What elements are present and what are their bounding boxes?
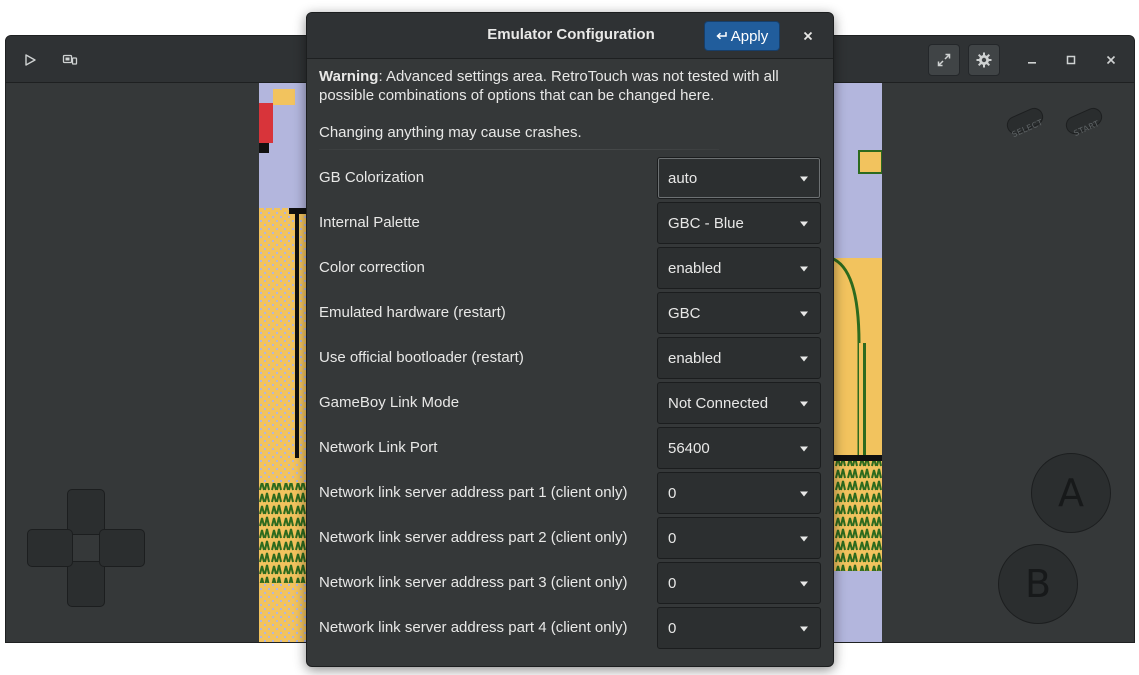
- dropdown-value: auto: [668, 170, 698, 187]
- close-icon: [1106, 55, 1116, 65]
- dropdown-value: 0: [668, 620, 677, 637]
- official-bootloader-dropdown[interactable]: enabled: [657, 337, 821, 379]
- dropdown-value: GBC: [668, 305, 701, 322]
- server-address-part-4-dropdown[interactable]: 0: [657, 607, 821, 649]
- dpad-up[interactable]: [67, 489, 105, 535]
- a-button[interactable]: A: [1031, 453, 1111, 533]
- dropdown-arrow-icon: [800, 356, 808, 362]
- close-window-button[interactable]: [1095, 44, 1127, 76]
- option-label: Network link server address part 2 (clie…: [319, 529, 628, 546]
- dialog-body: Warning: Advanced settings area. RetroTo…: [307, 60, 833, 666]
- dialog-header: Emulator Configuration Apply: [307, 13, 833, 59]
- warning-text: : Advanced settings area. RetroTouch was…: [319, 68, 779, 104]
- dpad[interactable]: [27, 489, 147, 609]
- server-address-part-2-dropdown[interactable]: 0: [657, 517, 821, 559]
- dropdown-value: 0: [668, 530, 677, 547]
- link-mode-dropdown[interactable]: Not Connected: [657, 382, 821, 424]
- warning-message: Warning: Advanced settings area. RetroTo…: [319, 67, 819, 105]
- maximize-button[interactable]: [1055, 44, 1087, 76]
- option-row: Network link server address part 2 (clie…: [307, 517, 833, 562]
- dpad-down[interactable]: [67, 561, 105, 607]
- option-row: Use official bootloader (restart) enable…: [307, 337, 833, 382]
- gamepad-layout-icon: [62, 54, 78, 65]
- controls-overlay-button[interactable]: [54, 44, 86, 76]
- fullscreen-icon: [937, 53, 951, 67]
- close-dialog-button[interactable]: [797, 25, 819, 47]
- settings-button[interactable]: [968, 44, 1000, 76]
- play-icon: [25, 54, 36, 66]
- option-row: Emulated hardware (restart) GBC: [307, 292, 833, 337]
- option-row: Network link server address part 4 (clie…: [307, 607, 833, 652]
- warning-label: Warning: [319, 68, 379, 85]
- network-link-port-dropdown[interactable]: 56400: [657, 427, 821, 469]
- maximize-icon: [1066, 55, 1076, 65]
- crash-warning-text: Changing anything may cause crashes.: [319, 124, 582, 141]
- option-row: GB Colorization auto: [307, 157, 833, 202]
- option-label: Network link server address part 1 (clie…: [319, 484, 628, 501]
- dropdown-arrow-icon: [800, 266, 808, 272]
- gb-colorization-dropdown[interactable]: auto: [657, 157, 821, 199]
- dpad-right[interactable]: [99, 529, 145, 567]
- apply-label: Apply: [730, 27, 769, 45]
- internal-palette-dropdown[interactable]: GBC - Blue: [657, 202, 821, 244]
- dropdown-value: enabled: [668, 260, 722, 277]
- option-row: GameBoy Link Mode Not Connected: [307, 382, 833, 427]
- b-button[interactable]: B: [998, 544, 1078, 624]
- option-label: Internal Palette: [319, 214, 420, 231]
- option-label: Color correction: [319, 259, 425, 276]
- dropdown-value: GBC - Blue: [668, 215, 744, 232]
- dropdown-arrow-icon: [800, 626, 808, 632]
- option-label: Network link server address part 4 (clie…: [319, 619, 628, 636]
- option-label: Network Link Port: [319, 439, 438, 456]
- dropdown-value: 56400: [668, 440, 710, 457]
- option-row: Network link server address part 1 (clie…: [307, 472, 833, 517]
- separator: [319, 149, 719, 150]
- minimize-icon: [1028, 62, 1036, 64]
- dropdown-arrow-icon: [800, 221, 808, 227]
- gear-icon: [976, 52, 992, 68]
- option-label: Emulated hardware (restart): [319, 304, 506, 321]
- emulated-hardware-dropdown[interactable]: GBC: [657, 292, 821, 334]
- apply-button[interactable]: Apply: [704, 21, 780, 51]
- dropdown-value: Not Connected: [668, 395, 769, 412]
- dropdown-arrow-icon: [800, 401, 808, 407]
- dropdown-value: 0: [668, 485, 677, 502]
- close-icon: [803, 31, 813, 41]
- dropdown-value: 0: [668, 575, 677, 592]
- server-address-part-1-dropdown[interactable]: 0: [657, 472, 821, 514]
- fullscreen-button[interactable]: [928, 44, 960, 76]
- option-label: GameBoy Link Mode: [319, 394, 460, 411]
- server-address-part-3-dropdown[interactable]: 0: [657, 562, 821, 604]
- dropdown-arrow-icon: [800, 581, 808, 587]
- option-row: Color correction enabled: [307, 247, 833, 292]
- dropdown-arrow-icon: [800, 176, 808, 182]
- dropdown-arrow-icon: [800, 491, 808, 497]
- color-correction-dropdown[interactable]: enabled: [657, 247, 821, 289]
- dropdown-arrow-icon: [800, 446, 808, 452]
- option-label: GB Colorization: [319, 169, 425, 186]
- dropdown-value: enabled: [668, 350, 722, 367]
- option-row: Network Link Port 56400: [307, 427, 833, 472]
- option-label: Network link server address part 3 (clie…: [319, 574, 628, 591]
- dropdown-arrow-icon: [800, 311, 808, 317]
- dpad-left[interactable]: [27, 529, 73, 567]
- return-arrow-icon: [716, 32, 727, 40]
- option-row: Network link server address part 3 (clie…: [307, 562, 833, 607]
- dropdown-arrow-icon: [800, 536, 808, 542]
- emulator-configuration-dialog: Emulator Configuration Apply Warning: Ad…: [306, 12, 834, 667]
- play-button[interactable]: [14, 44, 46, 76]
- minimize-button[interactable]: [1016, 44, 1048, 76]
- option-label: Use official bootloader (restart): [319, 349, 524, 366]
- option-row: Internal Palette GBC - Blue: [307, 202, 833, 247]
